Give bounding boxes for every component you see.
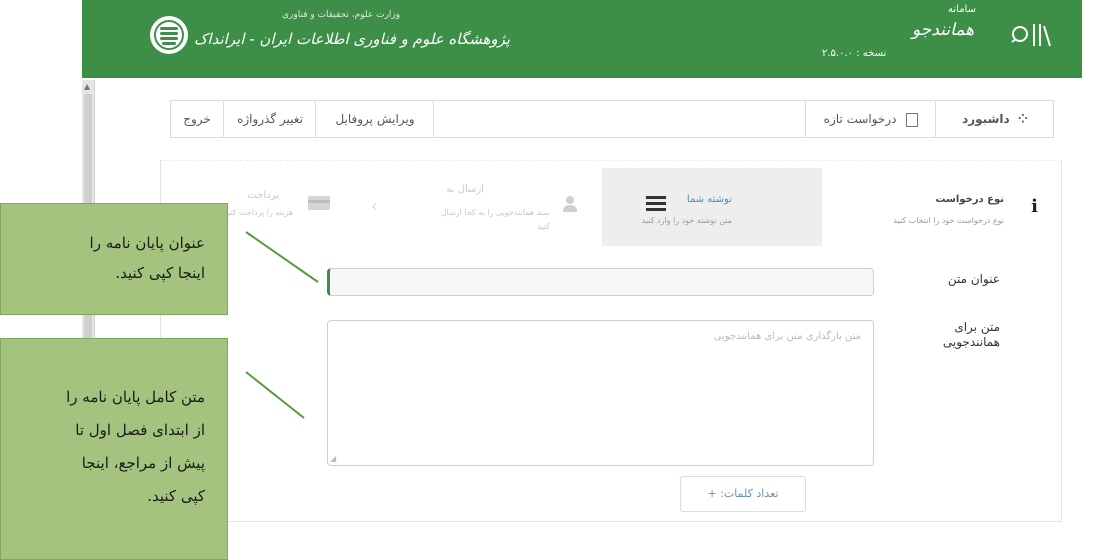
title-input[interactable] bbox=[327, 268, 874, 296]
title-field-label: عنوان متن bbox=[947, 272, 1000, 286]
step-your-text[interactable]: نوشته شما متن نوشته خود را وارد کنید bbox=[602, 168, 822, 246]
nav-dashboard[interactable]: ⁘ داشبورد bbox=[935, 101, 1054, 137]
step-your-text-desc: متن نوشته خود را وارد کنید bbox=[641, 216, 732, 225]
scroll-up-icon[interactable]: ▲ bbox=[84, 82, 90, 91]
org-subtitle: وزارت علوم، تحقیقات و فناوری bbox=[282, 10, 401, 20]
system-name: همانندجو bbox=[912, 20, 975, 40]
nav-logout[interactable]: خروج bbox=[171, 101, 223, 137]
nav-spacer bbox=[433, 101, 806, 137]
step-send-to-title: ارسال به bbox=[446, 184, 484, 195]
nav-dashboard-label: داشبورد bbox=[962, 112, 1010, 126]
wizard-steps: i نوع درخواست نوع درخواست خود را انتخاب … bbox=[162, 168, 1052, 246]
user-icon bbox=[563, 196, 577, 212]
body-hint-callout: متن کامل پایان نامه را از ابتدای فصل اول… bbox=[0, 338, 228, 560]
step-request-type-title: نوع درخواست bbox=[935, 194, 1004, 205]
chevron-left-icon: ‹ bbox=[371, 196, 378, 215]
top-nav: خروج تغییر گذرواژه ویرایش پروفایل درخواس… bbox=[170, 100, 1054, 138]
nav-new-request-label: درخواست تازه bbox=[823, 112, 897, 126]
step-request-type-desc: نوع درخواست خود را انتخاب کنید bbox=[893, 216, 1004, 225]
body-textarea[interactable]: متن بارگذاری متن برای همانندجویی ◢ bbox=[327, 320, 874, 466]
title-hint-callout: عنوان پایان نامه را اینجا کپی کنید. bbox=[0, 203, 228, 315]
system-label: سامانه bbox=[948, 4, 976, 15]
body-placeholder: متن بارگذاری متن برای همانندجویی bbox=[713, 331, 861, 342]
word-count-button[interactable]: تعداد کلمات: + bbox=[680, 476, 806, 512]
nav-edit-profile-label: ویرایش پروفایل bbox=[335, 112, 415, 126]
version-text: نسخه : ۲.۵.۰.۰ bbox=[822, 48, 887, 59]
callout-line: پیش از مراجع، اینجا bbox=[81, 454, 205, 472]
step-your-text-title: نوشته شما bbox=[686, 194, 732, 205]
nav-change-password-label: تغییر گذرواژه bbox=[237, 112, 303, 126]
body-field-label: متن برای همانندجویی bbox=[942, 320, 1000, 349]
credit-card-icon bbox=[308, 196, 330, 210]
irandoc-logo-icon bbox=[150, 16, 188, 54]
callout-line: متن کامل پایان نامه را bbox=[66, 388, 205, 406]
nav-logout-label: خروج bbox=[183, 112, 211, 126]
resize-grip-icon[interactable]: ◢ bbox=[330, 454, 336, 463]
info-icon: i bbox=[1031, 196, 1038, 217]
org-name: پژوهشگاه علوم و فناوری اطلاعات ایران - ا… bbox=[194, 30, 511, 48]
dashboard-icon: ⁘ bbox=[1017, 112, 1028, 126]
callout-line: از ابتدای فصل اول تا bbox=[75, 421, 205, 439]
menu-lines-icon bbox=[646, 196, 666, 211]
document-icon bbox=[906, 112, 919, 127]
nav-new-request[interactable]: درخواست تازه bbox=[805, 101, 936, 137]
app-header: وزارت علوم، تحقیقات و فناوری پژوهشگاه عل… bbox=[82, 0, 1082, 78]
callout-line: اینجا کپی کنید. bbox=[115, 264, 205, 282]
step-send-to-desc: سند همانندجویی را به کجا ارسال کنید bbox=[440, 208, 550, 231]
nav-edit-profile[interactable]: ویرایش پروفایل bbox=[315, 101, 434, 137]
step-payment-desc: هزینه را پرداخت کنید bbox=[223, 208, 293, 217]
step-request-type[interactable]: i نوع درخواست نوع درخواست خود را انتخاب … bbox=[822, 168, 1052, 246]
callout-line: کپی کنید. bbox=[147, 487, 205, 505]
step-payment-title: پرداخت bbox=[247, 190, 279, 201]
step-send-to[interactable]: ارسال به سند همانندجویی را به کجا ارسال … bbox=[367, 168, 602, 246]
nav-change-password[interactable]: تغییر گذرواژه bbox=[223, 101, 316, 137]
search-books-icon bbox=[1011, 24, 1051, 47]
callout-line: عنوان پایان نامه را bbox=[89, 234, 205, 252]
